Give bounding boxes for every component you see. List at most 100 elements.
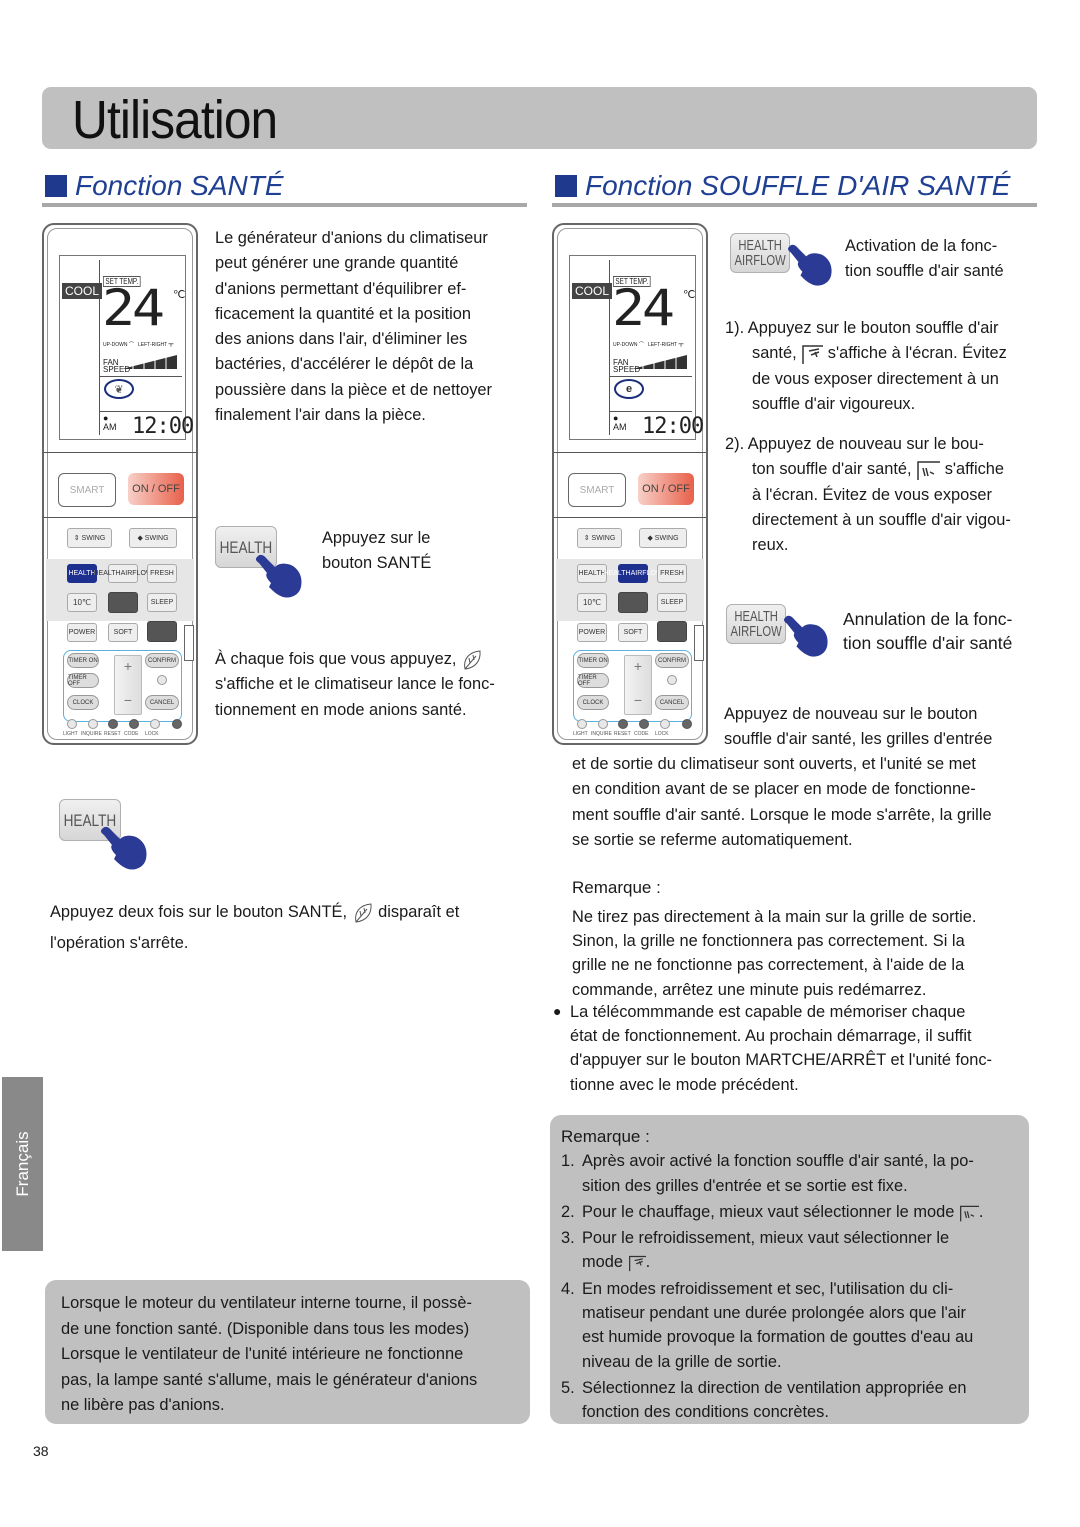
led-label: RESET <box>104 731 121 737</box>
cool-airflow-icon <box>802 345 824 364</box>
health-leaf-icon <box>464 650 481 670</box>
remark-item: 5. Sélectionnez la direction de ventilati… <box>561 1378 967 1422</box>
remote-control-airflow: COOL SET TEMP. 24 ℃ UP-DOWN ⌒ LEFT-RIGHT… <box>552 223 708 745</box>
side-slider[interactable] <box>694 625 704 661</box>
inquire-button[interactable] <box>598 719 608 729</box>
lock-button[interactable] <box>150 719 160 729</box>
temp-up-down-button[interactable]: + − <box>624 655 652 715</box>
led-label: CODE <box>124 731 139 737</box>
health-leaf-icon <box>354 903 372 923</box>
clock-display: 12:00 <box>132 414 194 439</box>
lock-button[interactable] <box>660 719 670 729</box>
section-heading-text: Fonction SANTÉ <box>75 170 284 201</box>
fresh-button[interactable]: FRESH <box>147 564 177 583</box>
language-tab[interactable]: Français <box>2 1077 43 1251</box>
blank-button[interactable] <box>618 592 648 613</box>
swing-horizontal-button[interactable]: ◆ SWING <box>129 528 177 548</box>
led-label: INQUIRE <box>81 731 102 737</box>
remote-control-health: COOL SET TEMP. 24 ℃ UP-DOWN ⌒ LEFT-RIGHT… <box>42 223 198 745</box>
activation-text: Activation de la fonc- tion souffle d'ai… <box>845 237 1004 281</box>
on-off-button[interactable]: ON / OFF <box>638 473 694 505</box>
led-label: LIGHT <box>573 731 588 737</box>
cancel-button[interactable]: CANCEL <box>655 695 689 710</box>
blank-button[interactable] <box>108 592 138 613</box>
am-indicator: ● AM <box>613 413 627 432</box>
remark-item: 4. En modes refroidissement et sec, l'uti… <box>561 1279 974 1371</box>
blank-button[interactable] <box>147 621 177 642</box>
health-button[interactable]: HEALTH <box>577 564 607 583</box>
health-airflow-button[interactable]: HEALTH AIRFLOW <box>604 564 663 583</box>
indicator-led <box>157 675 167 685</box>
timer-off-button[interactable]: TIMER OFF <box>577 673 609 688</box>
section-heading-text: Fonction SOUFFLE D'AIR SANTÉ <box>585 170 1011 201</box>
page-title-bar: Utilisation <box>42 87 1037 150</box>
led-label: CODE <box>634 731 649 737</box>
pointing-hand-icon <box>100 826 147 870</box>
clock-button[interactable]: CLOCK <box>577 695 609 710</box>
remark-title: Remarque : <box>572 878 661 897</box>
heading-square-icon <box>555 175 577 197</box>
led-label: LOCK <box>145 731 159 737</box>
sleep-button[interactable]: SLEEP <box>657 593 687 612</box>
timer-off-button[interactable]: TIMER OFF <box>67 673 99 688</box>
ten-degree-button[interactable]: 10℃ <box>577 593 607 612</box>
side-slider[interactable] <box>184 625 194 661</box>
health-airflow-button[interactable]: HEALTH AIRFLOW <box>94 564 153 583</box>
cancel-button[interactable]: CANCEL <box>145 695 179 710</box>
on-off-button[interactable]: ON / OFF <box>128 473 184 505</box>
code-button[interactable] <box>639 719 649 729</box>
remark-item: 1. Après avoir activé la fonction souffle… <box>561 1152 974 1195</box>
mode-indicator: COOL <box>572 283 613 299</box>
remark-title: Remarque : <box>561 1127 650 1146</box>
page-title: Utilisation <box>72 90 278 150</box>
cancel-description-b: et de sortie du climatiseur sont ouverts… <box>572 755 992 849</box>
power-button[interactable]: POWER <box>577 623 607 642</box>
reset-button[interactable] <box>618 719 628 729</box>
health-intro-text: Le générateur d'anions du climatiseur pe… <box>215 229 493 425</box>
confirm-button[interactable]: CONFIRM <box>145 653 179 668</box>
am-indicator: ● AM <box>103 413 117 432</box>
inquire-button[interactable] <box>88 719 98 729</box>
fan-speed-bars-icon <box>632 355 687 369</box>
blank-button[interactable] <box>657 621 687 642</box>
step-1-text: 1). Appuyez sur le bouton souffle d'air … <box>725 319 1007 413</box>
press-health-instruction: Appuyez sur le bouton SANTÉ <box>322 529 432 573</box>
temp-up-down-button[interactable]: + − <box>114 655 142 715</box>
led-label: LIGHT <box>63 731 78 737</box>
light-button[interactable] <box>577 719 587 729</box>
heat-airflow-icon <box>917 461 941 480</box>
page-number: 38 <box>33 1443 49 1459</box>
updown-label: UP-DOWN ⌒ LEFT-RIGHT ┳ <box>103 342 174 348</box>
confirm-button[interactable]: CONFIRM <box>655 653 689 668</box>
cancel-text: Annulation de la fonc- tion souffle d'ai… <box>843 609 1013 653</box>
led-label: RESET <box>614 731 631 737</box>
clock-display: 12:00 <box>642 414 704 439</box>
smart-button[interactable]: SMART <box>58 473 116 507</box>
timer-on-button[interactable]: TIMER ON <box>67 653 99 668</box>
light-button[interactable] <box>67 719 77 729</box>
soft-button[interactable]: SOFT <box>108 623 138 642</box>
health-button[interactable]: HEALTH <box>67 564 97 583</box>
code-button[interactable] <box>129 719 139 729</box>
pointing-hand-icon <box>788 244 832 286</box>
power-button[interactable]: POWER <box>67 623 97 642</box>
temperature-display: 24 <box>612 279 675 337</box>
cancel-description-a: Appuyez de nouveau sur le bouton souffle… <box>724 705 993 749</box>
indicator-led <box>667 675 677 685</box>
health-leaf-icon: ❦ <box>104 379 134 399</box>
remark-1-text: Ne tirez pas directement à la main sur l… <box>572 908 977 999</box>
fresh-button[interactable]: FRESH <box>657 564 687 583</box>
swing-vertical-button[interactable]: ⇕ SWING <box>67 528 112 548</box>
smart-button[interactable]: SMART <box>568 473 626 507</box>
swing-vertical-button[interactable]: ⇕ SWING <box>577 528 622 548</box>
clock-button[interactable]: CLOCK <box>67 695 99 710</box>
timer-on-button[interactable]: TIMER ON <box>577 653 609 668</box>
ten-degree-button[interactable]: 10℃ <box>67 593 97 612</box>
airflow-e-icon: e <box>614 379 644 399</box>
mode-indicator: COOL <box>62 283 103 299</box>
reset-button[interactable] <box>108 719 118 729</box>
sleep-button[interactable]: SLEEP <box>147 593 177 612</box>
soft-button[interactable]: SOFT <box>618 623 648 642</box>
remark-item: 2. Pour le chauffage, mieux vaut sélectio… <box>561 1202 984 1221</box>
swing-horizontal-button[interactable]: ◆ SWING <box>639 528 687 548</box>
